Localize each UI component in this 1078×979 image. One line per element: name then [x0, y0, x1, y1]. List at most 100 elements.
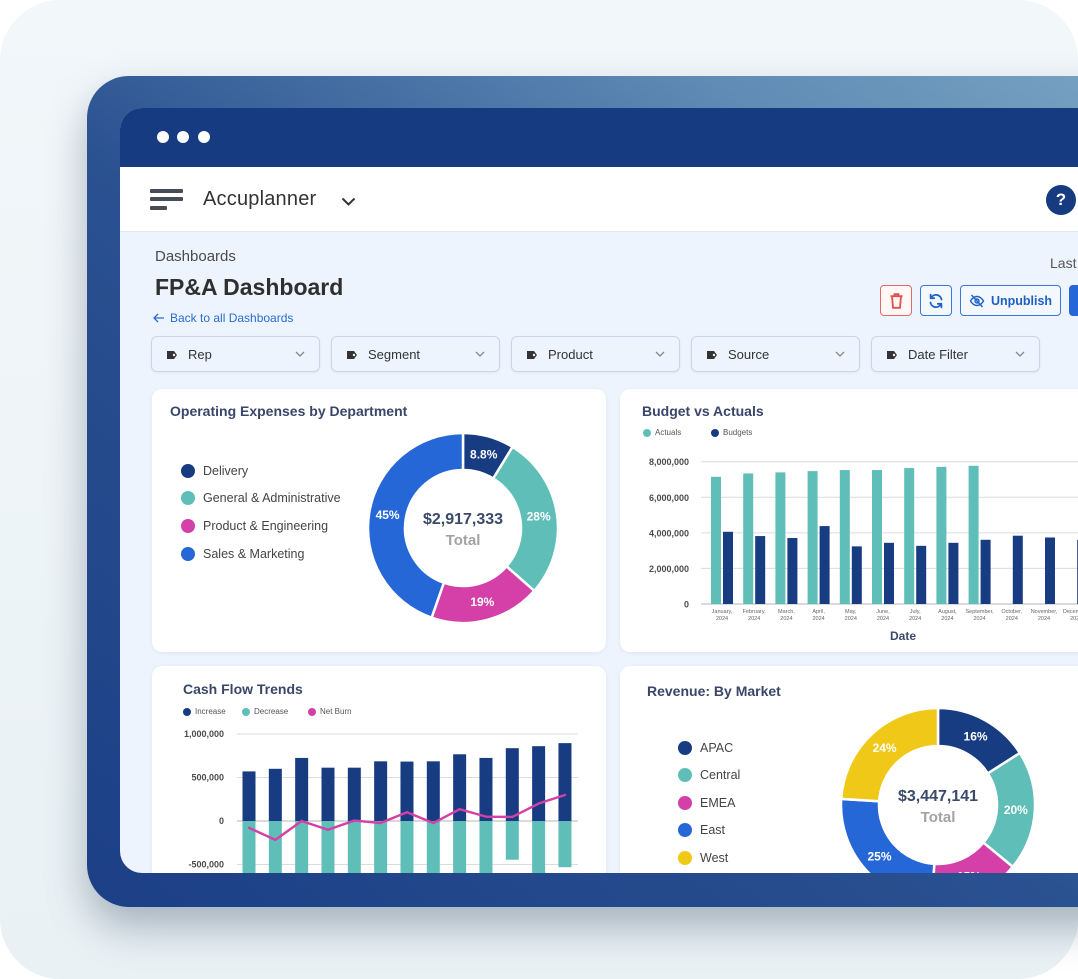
- point-net-burn[interactable]: [537, 802, 540, 805]
- bar-decrease[interactable]: [532, 821, 546, 873]
- point-net-burn[interactable]: [511, 815, 514, 819]
- point-net-burn[interactable]: [458, 807, 461, 811]
- x-tick-line: March,: [778, 609, 795, 615]
- point-net-burn[interactable]: [379, 821, 382, 825]
- breadcrumb[interactable]: Dashboards: [155, 248, 236, 265]
- app-switcher-label[interactable]: Accuplanner: [203, 188, 316, 211]
- help-icon[interactable]: ?: [1046, 185, 1076, 215]
- bar-budgets[interactable]: [851, 546, 862, 604]
- point-net-burn[interactable]: [484, 815, 488, 818]
- x-tick-line: 2024: [909, 616, 921, 622]
- bar-actuals[interactable]: [807, 471, 818, 604]
- x-tick-label: July, 2024: [909, 609, 921, 622]
- bar-budgets[interactable]: [723, 531, 733, 604]
- filter-source[interactable]: Source: [691, 336, 860, 372]
- point-net-burn[interactable]: [247, 826, 251, 829]
- slice-label-central: 20%: [1004, 803, 1028, 817]
- point-net-burn[interactable]: [300, 819, 303, 823]
- menu-icon-bar: [150, 197, 183, 201]
- slice-label-apac: 16%: [964, 730, 988, 744]
- x-tick-line: January,: [712, 609, 733, 615]
- filter-label: Segment: [368, 347, 421, 362]
- bar-budgets[interactable]: [755, 536, 766, 604]
- bar-increase[interactable]: [321, 767, 335, 821]
- bar-increase[interactable]: [268, 768, 282, 821]
- bar-increase[interactable]: [374, 761, 388, 821]
- bar-budgets[interactable]: [1045, 537, 1055, 604]
- bar-decrease[interactable]: [347, 821, 361, 873]
- bar-budgets[interactable]: [916, 545, 927, 604]
- bar-budgets[interactable]: [884, 542, 894, 604]
- bar-budgets[interactable]: [948, 542, 959, 604]
- page-title: FP&A Dashboard: [155, 274, 344, 300]
- window-control-dot[interactable]: [177, 131, 189, 143]
- chevron-down-icon: [1015, 351, 1025, 357]
- tag-hole: [172, 353, 176, 357]
- point-net-burn[interactable]: [405, 811, 409, 814]
- bar-actuals[interactable]: [711, 476, 721, 604]
- filter-rep[interactable]: Rep: [151, 336, 320, 372]
- bar-actuals[interactable]: [839, 470, 850, 604]
- tag-shape: [167, 351, 177, 359]
- bar-decrease[interactable]: [268, 821, 282, 873]
- bar-actuals[interactable]: [904, 468, 915, 604]
- eye-off-icon: [969, 294, 985, 307]
- bar-budgets[interactable]: [1012, 535, 1023, 604]
- bar-decrease[interactable]: [400, 821, 414, 873]
- point-net-burn[interactable]: [274, 838, 277, 842]
- bar-actuals[interactable]: [775, 472, 786, 604]
- bar-decrease[interactable]: [453, 821, 467, 873]
- bar-decrease[interactable]: [505, 821, 519, 860]
- bar-increase[interactable]: [558, 743, 572, 821]
- slice-label-west: 24%: [873, 741, 897, 755]
- bar-increase[interactable]: [347, 767, 361, 821]
- point-net-burn[interactable]: [353, 819, 356, 822]
- window-control-dot[interactable]: [157, 131, 169, 143]
- bar-actuals[interactable]: [743, 473, 754, 604]
- unpublish-button[interactable]: Unpublish: [960, 285, 1061, 316]
- x-tick-line: May,: [845, 609, 857, 615]
- bar-increase[interactable]: [532, 746, 546, 821]
- point-net-burn[interactable]: [432, 821, 435, 825]
- bar-actuals[interactable]: [936, 466, 947, 604]
- bar-budgets[interactable]: [819, 526, 830, 604]
- point-net-burn[interactable]: [563, 793, 567, 797]
- primary-action-button[interactable]: [1069, 285, 1078, 316]
- bar-decrease[interactable]: [295, 821, 309, 873]
- window-control-dot[interactable]: [198, 131, 210, 143]
- bar-increase[interactable]: [295, 757, 309, 821]
- bar-budgets[interactable]: [980, 539, 991, 604]
- x-tick-line: October,: [1001, 609, 1022, 615]
- filter-segment[interactable]: Segment: [331, 336, 500, 372]
- back-link[interactable]: Back to all Dashboards: [153, 311, 293, 325]
- point-net-burn[interactable]: [326, 828, 330, 831]
- filter-product[interactable]: Product: [511, 336, 680, 372]
- menu-icon[interactable]: [150, 187, 184, 211]
- x-tick-line: 2024: [1070, 616, 1078, 622]
- bar-increase[interactable]: [426, 761, 440, 821]
- bar-decrease[interactable]: [479, 821, 493, 873]
- bar-decrease[interactable]: [374, 821, 388, 873]
- bar-decrease[interactable]: [558, 821, 572, 868]
- back-link-label: Back to all Dashboards: [170, 311, 294, 325]
- bar-budgets[interactable]: [787, 538, 798, 604]
- x-tick-line: 2024: [941, 616, 953, 622]
- filter-label: Source: [728, 347, 770, 362]
- tag-icon: [347, 351, 357, 359]
- bar-actuals[interactable]: [968, 465, 979, 604]
- refresh-button[interactable]: [920, 285, 952, 316]
- x-tick-line: 2024: [748, 616, 760, 622]
- filter-date[interactable]: Date Filter: [871, 336, 1040, 372]
- bar-actuals[interactable]: [872, 470, 882, 604]
- x-tick-label: June, 2024: [876, 609, 890, 622]
- bar-increase[interactable]: [479, 757, 493, 821]
- bar-increase[interactable]: [505, 748, 519, 821]
- delete-button[interactable]: [880, 285, 912, 316]
- chevron-down-icon: [295, 351, 305, 357]
- bar-decrease[interactable]: [426, 821, 440, 873]
- y-tick-label: 500,000: [191, 773, 224, 783]
- bar-increase[interactable]: [242, 771, 256, 821]
- tag-icon: [527, 351, 537, 359]
- trash-path: [890, 292, 902, 309]
- chevron-down-icon[interactable]: [341, 194, 356, 206]
